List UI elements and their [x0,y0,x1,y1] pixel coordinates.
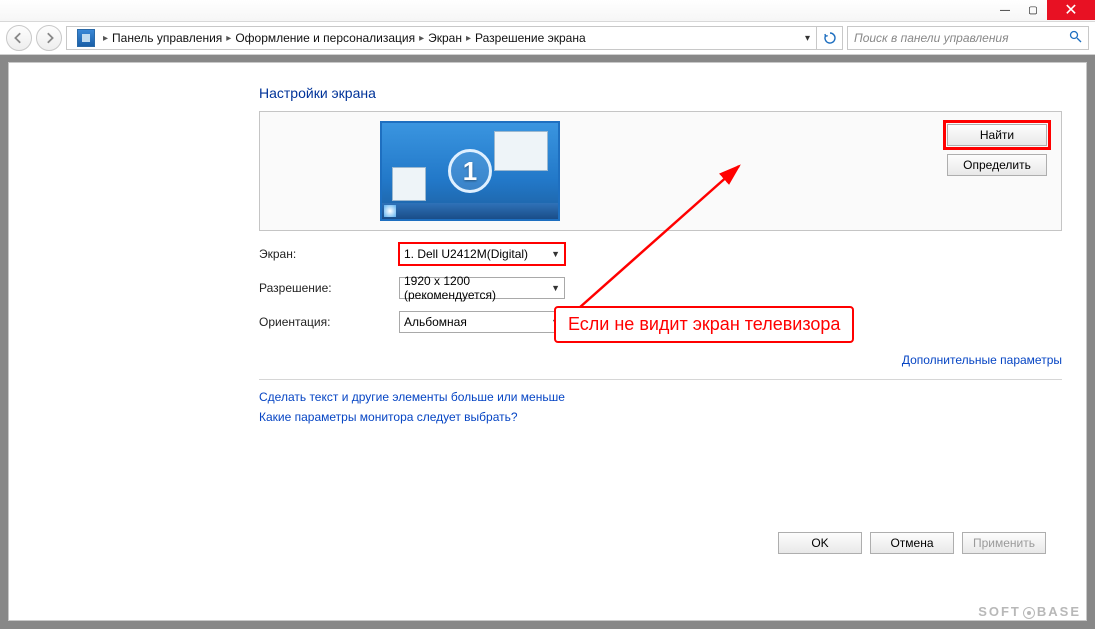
resolution-label: Разрешение: [259,281,399,295]
preview-window-icon [494,131,548,171]
watermark-left: SOFT [978,604,1021,619]
cancel-button[interactable]: Отмена [870,532,954,554]
watermark-right: BASE [1037,604,1081,619]
dot-icon [1023,607,1035,619]
divider [259,379,1062,380]
monitor-help-link[interactable]: Какие параметры монитора следует выбрать… [259,410,1062,424]
search-icon [1069,30,1082,46]
address-bar[interactable]: ▸ Панель управления ▸ Оформление и персо… [66,26,817,50]
display-preview-box: 1 Найти Определить [259,111,1062,231]
screen-select-value: 1. Dell U2412M(Digital) [404,247,528,261]
titlebar: — ▢ ✕ [0,0,1095,22]
close-button[interactable]: ✕ [1047,0,1095,20]
resolution-select[interactable]: 1920 x 1200 (рекомендуется) ▼ [399,277,565,299]
annotation-callout: Если не видит экран телевизора [554,306,854,343]
orientation-select[interactable]: Альбомная ▼ [399,311,565,333]
ok-button[interactable]: OK [778,532,862,554]
breadcrumb-item[interactable]: Экран [428,31,462,45]
refresh-button[interactable] [817,26,843,50]
chevron-right-icon: ▸ [226,33,231,44]
detect-display-button[interactable]: Определить [947,154,1047,176]
find-display-button[interactable]: Найти [947,124,1047,146]
chevron-right-icon: ▸ [466,33,471,44]
advanced-settings-link[interactable]: Дополнительные параметры [902,353,1062,367]
address-dropdown-icon[interactable]: ▾ [805,33,810,44]
watermark: SOFT BASE [978,604,1081,619]
text-size-link[interactable]: Сделать текст и другие элементы больше и… [259,390,1062,404]
search-input[interactable] [854,31,1069,45]
dialog-buttons: OK Отмена Применить [778,532,1046,554]
preview-taskbar [382,203,558,219]
content-area: Настройки экрана 1 Найти Определить Экра… [8,62,1087,621]
breadcrumb-item[interactable]: Оформление и персонализация [235,31,415,45]
navbar: ▸ Панель управления ▸ Оформление и персо… [0,22,1095,55]
chevron-right-icon: ▸ [103,33,108,44]
arrow-left-icon [13,32,25,44]
breadcrumb-item[interactable]: Панель управления [112,31,222,45]
page-title: Настройки экрана [259,85,1062,101]
apply-button[interactable]: Применить [962,532,1046,554]
arrow-right-icon [43,32,55,44]
search-box[interactable] [847,26,1089,50]
resolution-select-value: 1920 x 1200 (рекомендуется) [404,274,551,302]
screen-select[interactable]: 1. Dell U2412M(Digital) ▼ [399,243,565,265]
back-button[interactable] [6,25,32,51]
orientation-label: Ориентация: [259,315,399,329]
chevron-down-icon: ▼ [551,249,560,259]
orientation-select-value: Альбомная [404,315,467,329]
maximize-button[interactable]: ▢ [1019,0,1047,20]
monitor-preview[interactable]: 1 [380,121,560,221]
minimize-button[interactable]: — [991,0,1019,20]
chevron-right-icon: ▸ [419,33,424,44]
chevron-down-icon: ▼ [551,283,560,293]
preview-window-icon [392,167,426,201]
breadcrumb-item[interactable]: Разрешение экрана [475,31,586,45]
control-panel-icon [77,29,95,47]
monitor-number-badge: 1 [448,149,492,193]
forward-button[interactable] [36,25,62,51]
screen-label: Экран: [259,247,399,261]
refresh-icon [823,31,837,45]
